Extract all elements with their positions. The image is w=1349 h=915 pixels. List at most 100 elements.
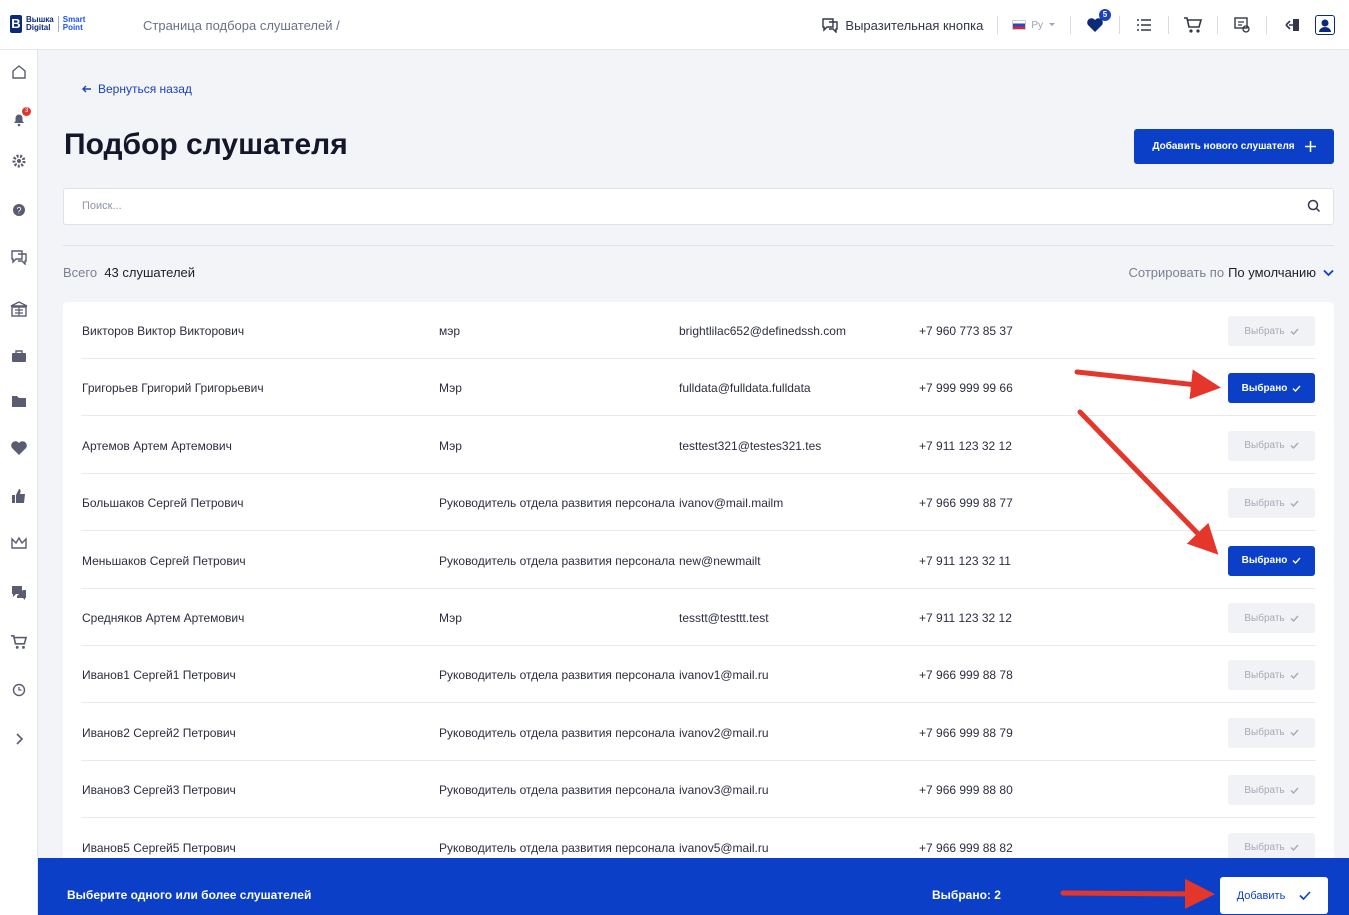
total-value: 43 слушателей	[104, 265, 196, 280]
listener-email: brightlilac652@definedssh.com	[679, 324, 846, 338]
cart-icon	[1184, 17, 1203, 33]
search-icon[interactable]	[1307, 199, 1321, 213]
logo-text-2: Digital	[26, 23, 51, 32]
breadcrumb[interactable]: Страница подбора слушателей /	[143, 18, 340, 33]
listener-name: Иванов1 Сергей1 Петрович	[82, 668, 236, 683]
logout-button[interactable]	[1281, 15, 1301, 35]
listener-email: fulldata@fulldata.fulldata	[679, 381, 811, 396]
listener-phone: +7 966 999 88 78	[919, 668, 1013, 683]
chat-icon	[822, 18, 839, 33]
listener-email: testtest321@testes321.tes	[679, 438, 822, 453]
divider	[1217, 16, 1218, 34]
divider	[1119, 16, 1120, 34]
select-button-label: Выбрать	[1244, 440, 1285, 452]
table-row: Иванов5 Сергей5 Петрович Руководитель от…	[63, 819, 1334, 862]
sort-select[interactable]: Сотрировать по По умолчанию	[1129, 265, 1334, 280]
sidebar-item-crown[interactable]	[7, 531, 31, 555]
listeners-table: Викторов Виктор Викторович мэр brightlil…	[63, 302, 1334, 862]
listener-position: Мэр	[439, 438, 462, 453]
check-icon	[1292, 557, 1301, 565]
select-button-label: Выбрать	[1244, 497, 1285, 509]
clock-icon	[12, 683, 26, 697]
select-button-label: Выбрано	[1241, 382, 1288, 394]
sidebar-item-notifications[interactable]: 3	[7, 107, 31, 131]
logo-text-4: Point	[62, 23, 83, 32]
table-row: Большаков Сергей Петрович Руководитель о…	[63, 474, 1334, 532]
sidebar-item-likes[interactable]	[7, 484, 31, 508]
sidebar-item-messages[interactable]	[7, 581, 31, 605]
sidebar-item-cart[interactable]	[7, 630, 31, 654]
selected-count: Выбрано: 2	[932, 888, 1001, 902]
select-button[interactable]: Выбрать	[1228, 717, 1315, 748]
gear-icon	[12, 154, 26, 168]
sidebar-item-history[interactable]	[7, 678, 31, 702]
notifications-badge: 3	[22, 107, 31, 116]
listener-position: Мэр	[439, 381, 462, 396]
listener-position: Руководитель отдела развития персонала	[439, 840, 675, 855]
select-button-label: Выбрать	[1244, 842, 1285, 854]
listener-phone: +7 966 999 88 82	[919, 840, 1013, 855]
list-icon	[1137, 19, 1151, 31]
feedback-button[interactable]: Выразительная кнопка	[821, 17, 983, 33]
listener-position: мэр	[439, 324, 461, 338]
select-button-label: Выбрать	[1244, 325, 1285, 337]
select-button[interactable]: Выбрать	[1228, 660, 1315, 691]
sidebar-item-help[interactable]: ?	[7, 198, 31, 222]
select-button[interactable]: Выбрано	[1228, 373, 1315, 404]
select-button[interactable]: Выбрать	[1228, 603, 1315, 633]
profile-button[interactable]	[1315, 15, 1335, 35]
select-button[interactable]: Выбрать	[1228, 775, 1315, 806]
listener-name: Иванов2 Сергей2 Петрович	[82, 725, 236, 740]
divider	[1070, 16, 1071, 34]
list-button[interactable]	[1134, 15, 1154, 35]
sidebar-item-settings[interactable]	[7, 149, 31, 173]
table-row: Средняков Артем Артемович Мэр tesstt@tes…	[63, 589, 1334, 646]
sidebar-item-chat[interactable]	[7, 245, 31, 269]
sidebar-expand[interactable]	[7, 727, 31, 751]
listener-phone: +7 911 123 32 11	[919, 553, 1011, 568]
chat-icon	[11, 250, 27, 265]
select-button[interactable]: Выбрать	[1228, 488, 1315, 519]
sidebar-item-briefcase[interactable]	[7, 344, 31, 368]
sort-value: По умолчанию	[1228, 265, 1316, 280]
language-select[interactable]: Ру	[1012, 20, 1056, 31]
top-bar: В Вышка Digital Smart Point Страница под…	[0, 0, 1349, 50]
search-box	[63, 188, 1334, 225]
sidebar-item-folder[interactable]	[7, 389, 31, 413]
heart-icon	[11, 441, 27, 455]
briefcase-icon	[12, 350, 26, 362]
divider	[1168, 16, 1169, 34]
certificate-button[interactable]	[1232, 15, 1252, 35]
chevron-right-icon	[16, 733, 23, 745]
sidebar-item-organization[interactable]	[7, 297, 31, 321]
cart-button[interactable]	[1183, 15, 1203, 35]
chevron-down-icon	[1049, 23, 1055, 26]
listener-phone: +7 966 999 88 77	[919, 496, 1013, 511]
listener-email: ivanov1@mail.ru	[679, 668, 769, 683]
back-link[interactable]: Вернуться назад	[82, 82, 192, 96]
listener-position: Руководитель отдела развития персонала	[439, 725, 675, 740]
listener-position: Руководитель отдела развития персонала	[439, 553, 675, 568]
add-new-listener-button[interactable]: Добавить нового слушателя	[1134, 129, 1334, 164]
logo[interactable]: В Вышка Digital Smart Point	[10, 15, 85, 33]
listener-name: Григорьев Григорий Григорьевич	[82, 381, 264, 396]
total-prefix: Всего	[63, 265, 98, 280]
table-row: Меньшаков Сергей Петрович Руководитель о…	[63, 532, 1334, 589]
page-title: Подбор слушателя	[64, 128, 348, 161]
svg-text:?: ?	[16, 206, 21, 216]
listener-name: Средняков Артем Артемович	[82, 611, 245, 625]
russia-flag-icon	[1012, 20, 1027, 30]
sidebar-item-favorites[interactable]	[7, 436, 31, 460]
favorites-button[interactable]: 5	[1085, 9, 1111, 35]
select-button[interactable]: Выбрано	[1228, 545, 1315, 576]
search-input[interactable]	[80, 199, 1280, 213]
select-button[interactable]: Выбрать	[1228, 430, 1315, 461]
favorites-badge: 5	[1099, 9, 1111, 21]
check-icon	[1299, 891, 1311, 900]
language-label: Ру	[1031, 19, 1043, 31]
select-button[interactable]: Выбрать	[1228, 316, 1315, 346]
sidebar-item-home[interactable]	[7, 60, 31, 84]
table-row: Григорьев Григорий Григорьевич Мэр fulld…	[63, 359, 1334, 417]
add-selected-button[interactable]: Добавить	[1220, 877, 1328, 914]
sidebar: 3 ?	[0, 50, 38, 915]
